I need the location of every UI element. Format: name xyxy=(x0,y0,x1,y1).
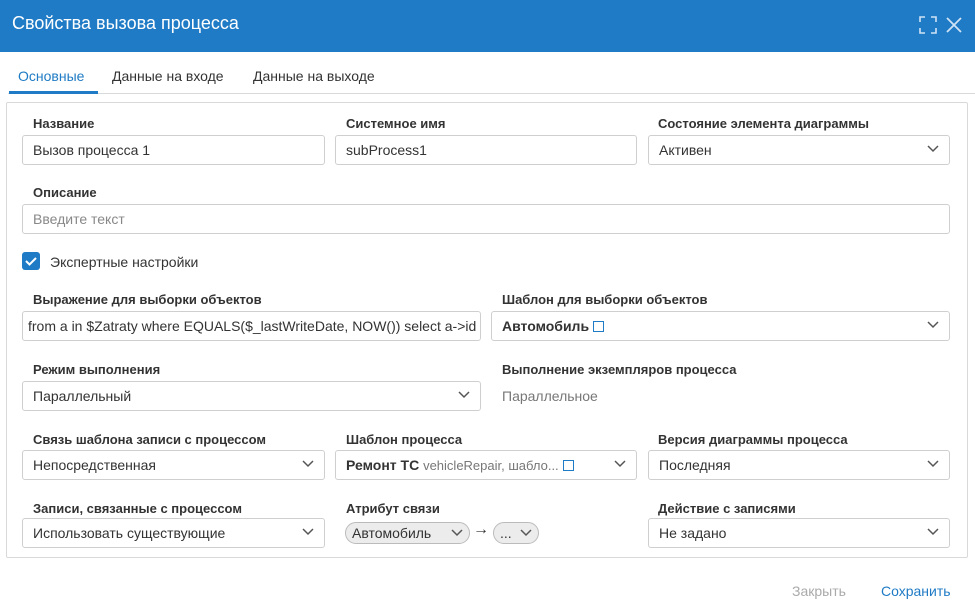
records-action-select[interactable]: Не задано xyxy=(648,518,950,548)
related-records-value: Использовать существующие xyxy=(33,525,226,541)
external-link-icon[interactable] xyxy=(562,459,574,471)
diagram-version-value: Последняя xyxy=(659,457,731,473)
link-attribute-label: Атрибут связи xyxy=(346,501,440,516)
tab-main[interactable]: Основные xyxy=(18,68,84,84)
records-action-value: Не задано xyxy=(659,525,727,541)
chevron-down-icon xyxy=(302,528,314,536)
chevron-down-icon xyxy=(302,460,314,468)
selection-template-label: Шаблон для выборки объектов xyxy=(502,292,708,307)
selection-template-select[interactable]: Автомобиль xyxy=(491,311,950,341)
exec-mode-select[interactable]: Параллельный xyxy=(22,381,481,411)
chevron-down-icon xyxy=(451,529,463,537)
link-attribute-target-value: ... xyxy=(500,525,512,541)
process-template-code: vehicleRepair, шабло... xyxy=(423,458,559,473)
link-attribute-source-value: Автомобиль xyxy=(352,525,432,541)
chevron-down-icon xyxy=(520,529,532,537)
tab-bar: Основные Данные на входе Данные на выход… xyxy=(8,62,975,94)
chevron-down-icon xyxy=(458,391,470,399)
dialog-title: Свойства вызова процесса xyxy=(12,13,239,33)
process-template-value: Ремонт ТС xyxy=(346,457,420,473)
records-action-label: Действие с записями xyxy=(658,501,796,516)
arrow-right-icon: → xyxy=(473,521,489,538)
chevron-down-icon xyxy=(614,460,626,468)
selection-expr-input[interactable]: from a in $Zatraty where EQUALS($_lastWr… xyxy=(22,311,481,341)
system-name-input[interactable]: subProcess1 xyxy=(335,135,637,165)
close-icon[interactable] xyxy=(944,15,964,35)
record-link-value: Непосредственная xyxy=(33,457,157,473)
related-records-label: Записи, связанные с процессом xyxy=(33,501,242,516)
process-template-label: Шаблон процесса xyxy=(346,432,463,447)
check-icon xyxy=(25,257,37,266)
name-label: Название xyxy=(33,116,95,131)
system-name-label: Системное имя xyxy=(346,116,446,131)
selection-expr-label: Выражение для выборки объектов xyxy=(33,292,262,307)
link-attribute-target-select[interactable]: ... xyxy=(493,522,539,544)
record-link-label: Связь шаблона записи с процессом xyxy=(33,432,267,447)
expert-settings-checkbox[interactable] xyxy=(22,252,40,270)
chevron-down-icon xyxy=(927,145,939,153)
record-link-select[interactable]: Непосредственная xyxy=(22,450,325,480)
diagram-version-select[interactable]: Последняя xyxy=(648,450,950,480)
active-tab-indicator xyxy=(9,91,98,94)
diagram-version-label: Версия диаграммы процесса xyxy=(658,432,848,447)
state-select[interactable]: Активен xyxy=(648,135,950,165)
chevron-down-icon xyxy=(927,321,939,329)
dialog-header: Свойства вызова процесса xyxy=(0,0,975,52)
close-button[interactable]: Закрыть xyxy=(792,583,846,599)
expert-settings-label: Экспертные настройки xyxy=(50,254,199,270)
link-attribute-source-select[interactable]: Автомобиль xyxy=(345,522,470,544)
exec-mode-value: Параллельный xyxy=(33,388,132,404)
state-label: Состояние элемента диаграммы xyxy=(658,116,869,131)
state-value: Активен xyxy=(659,142,712,158)
tab-output-data[interactable]: Данные на выходе xyxy=(253,68,375,84)
chevron-down-icon xyxy=(927,460,939,468)
related-records-select[interactable]: Использовать существующие xyxy=(22,518,325,548)
save-button[interactable]: Сохранить xyxy=(881,583,951,599)
instances-exec-value: Параллельное xyxy=(502,388,598,404)
maximize-icon[interactable] xyxy=(918,15,938,35)
description-input[interactable]: Введите текст xyxy=(22,204,950,234)
instances-exec-label: Выполнение экземпляров процесса xyxy=(502,362,737,377)
exec-mode-label: Режим выполнения xyxy=(33,362,161,377)
tab-input-data[interactable]: Данные на входе xyxy=(112,68,224,84)
description-label: Описание xyxy=(33,185,97,200)
process-template-select[interactable]: Ремонт ТС vehicleRepair, шабло... xyxy=(335,450,637,480)
selection-template-value: Автомобиль xyxy=(502,318,590,334)
chevron-down-icon xyxy=(927,528,939,536)
external-link-icon[interactable] xyxy=(593,320,605,332)
name-input[interactable]: Вызов процесса 1 xyxy=(22,135,325,165)
